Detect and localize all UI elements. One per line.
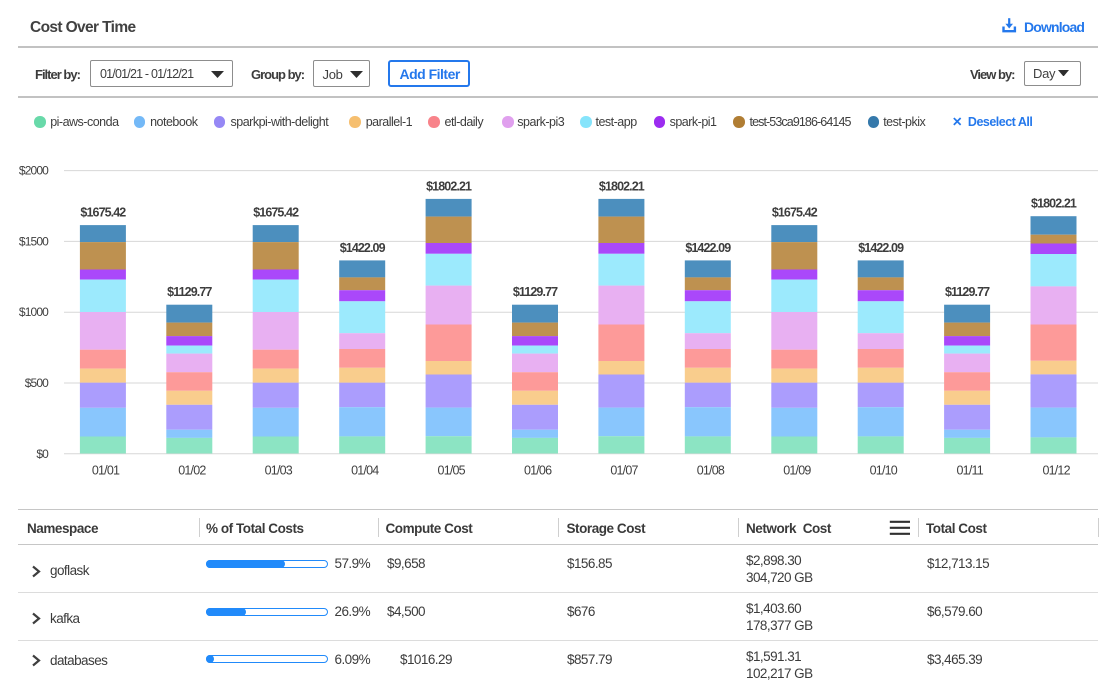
svg-text:$1500: $1500	[19, 234, 49, 248]
svg-text:$1675.42: $1675.42	[253, 206, 299, 220]
svg-text:$1129.77: $1129.77	[513, 285, 558, 299]
svg-text:$1422.09: $1422.09	[685, 241, 731, 255]
svg-text:01/03: 01/03	[265, 464, 293, 478]
svg-text:$1802.21: $1802.21	[426, 179, 472, 193]
svg-text:$1129.77: $1129.77	[167, 285, 212, 299]
svg-text:$1802.21: $1802.21	[1031, 197, 1077, 211]
svg-text:$1000: $1000	[19, 305, 49, 319]
svg-text:01/01: 01/01	[92, 464, 120, 478]
svg-text:$1422.09: $1422.09	[340, 241, 386, 255]
svg-text:$1422.09: $1422.09	[858, 241, 904, 255]
svg-text:01/02: 01/02	[178, 464, 206, 478]
svg-text:01/12: 01/12	[1042, 464, 1070, 478]
svg-text:01/08: 01/08	[697, 464, 725, 478]
svg-text:$1802.21: $1802.21	[599, 179, 645, 193]
svg-text:01/07: 01/07	[610, 464, 638, 478]
svg-text:01/05: 01/05	[438, 464, 466, 478]
svg-text:$1675.42: $1675.42	[80, 206, 126, 220]
svg-text:01/04: 01/04	[351, 464, 379, 478]
svg-text:01/06: 01/06	[524, 464, 552, 478]
svg-text:01/10: 01/10	[870, 464, 898, 478]
svg-text:$1129.77: $1129.77	[945, 285, 990, 299]
svg-text:$2000: $2000	[19, 164, 49, 178]
svg-text:$500: $500	[25, 376, 49, 390]
svg-text:01/09: 01/09	[783, 464, 811, 478]
svg-text:$0: $0	[36, 447, 49, 461]
svg-text:01/11: 01/11	[957, 464, 984, 478]
svg-text:$1675.42: $1675.42	[772, 206, 818, 220]
